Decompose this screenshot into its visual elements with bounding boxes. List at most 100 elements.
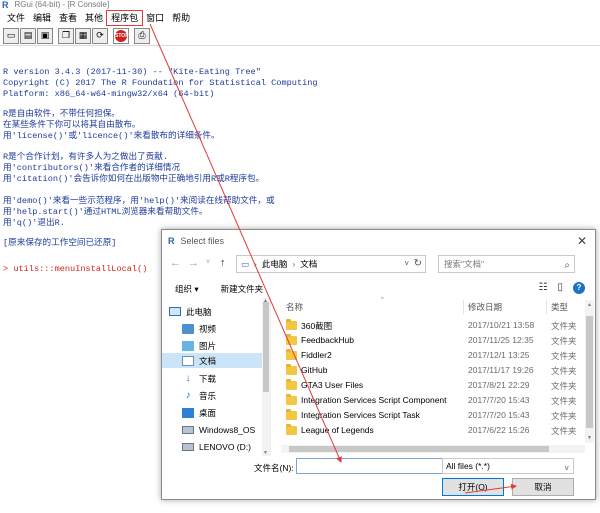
menu-edit[interactable]: 编辑 bbox=[29, 11, 55, 25]
help-icon[interactable]: ? bbox=[573, 282, 585, 294]
view-options-icon[interactable]: ☷ bbox=[539, 282, 548, 294]
nav-item-documents[interactable]: 文档 bbox=[162, 353, 262, 368]
file-date: 2017/6/22 15:26 bbox=[468, 425, 530, 435]
list-item[interactable]: Integration Services Script Task 2017/7/2… bbox=[281, 408, 587, 423]
file-date: 2017/10/21 13:58 bbox=[468, 320, 535, 330]
list-item[interactable]: Fiddler2 2017/12/1 13:25 文件夹 bbox=[281, 348, 587, 363]
nav-item-this-pc[interactable]: 此电脑 bbox=[169, 304, 263, 319]
file-type: 文件夹 bbox=[551, 351, 577, 361]
column-divider[interactable] bbox=[463, 300, 464, 314]
horizontal-scrollbar[interactable] bbox=[281, 445, 585, 453]
menu-view[interactable]: 查看 bbox=[55, 11, 81, 25]
copy-paste-icon[interactable]: ⟳ bbox=[92, 27, 108, 44]
nav-item-label: LENOVO (D:) bbox=[199, 441, 251, 452]
list-item[interactable]: League of Legends 2017/6/22 15:26 文件夹 bbox=[281, 423, 587, 438]
console-line: R version 3.4.3 (2017-11-30) -- "Kite-Ea… bbox=[3, 67, 261, 77]
nav-item-lenovo-drive[interactable]: LENOVO (D:) bbox=[182, 439, 262, 454]
file-type: 文件夹 bbox=[551, 396, 577, 406]
command-bar: 组织 ▾ 新建文件夹 ☷ ▯ ? bbox=[162, 280, 595, 298]
open-button[interactable]: 打开(O) bbox=[442, 478, 504, 496]
scroll-down-arrow-icon[interactable]: ▼ bbox=[263, 450, 268, 456]
window-title: RGui (64-bit) - [R Console] bbox=[14, 0, 110, 9]
column-header-date[interactable]: 修改日期 bbox=[468, 301, 502, 313]
file-type: 文件夹 bbox=[551, 381, 577, 391]
paste-icon[interactable]: ▦ bbox=[75, 27, 91, 44]
filetype-select[interactable]: All files (*.*) ˅ bbox=[442, 458, 574, 474]
save-workspace-icon[interactable]: ▣ bbox=[37, 27, 53, 44]
folder-icon bbox=[286, 364, 297, 375]
console-line: R是个合作计划，有许多人为之做出了贡献. bbox=[3, 152, 169, 162]
list-item[interactable]: GitHub 2017/11/17 19:26 文件夹 bbox=[281, 363, 587, 378]
file-type: 文件夹 bbox=[551, 426, 577, 436]
preview-pane-icon[interactable]: ▯ bbox=[557, 282, 563, 294]
file-type: 文件夹 bbox=[551, 366, 577, 376]
toolbar: ▭ ▤ ▣ ❐ ▦ ⟳ STOP ⎙ bbox=[0, 26, 600, 46]
cancel-button[interactable]: 取消 bbox=[512, 478, 574, 496]
address-bar[interactable]: ▭ › 此电脑 › 文档 ˅ ↻ bbox=[236, 255, 426, 273]
file-name: GitHub bbox=[301, 365, 328, 375]
column-divider[interactable] bbox=[546, 300, 547, 314]
drive-icon bbox=[182, 442, 194, 451]
close-icon[interactable]: ✕ bbox=[577, 235, 587, 247]
file-date: 2017/7/20 15:43 bbox=[468, 395, 530, 405]
open-script-icon[interactable]: ▭ bbox=[3, 27, 19, 44]
file-list-scrollbar[interactable]: ▲ ▼ bbox=[585, 300, 594, 443]
menu-packages[interactable]: 程序包 bbox=[106, 10, 144, 26]
folder-icon bbox=[286, 379, 297, 390]
breadcrumb-documents[interactable]: 文档 bbox=[300, 258, 317, 270]
nav-scroll-thumb[interactable] bbox=[263, 302, 269, 392]
folder-icon bbox=[286, 409, 297, 420]
forward-arrow-icon[interactable]: → bbox=[188, 256, 199, 270]
print-icon[interactable]: ⎙ bbox=[134, 27, 150, 44]
menu-help[interactable]: 帮助 bbox=[168, 11, 194, 25]
pictures-folder-icon bbox=[182, 340, 194, 351]
r-logo-icon: R bbox=[2, 0, 9, 10]
horizontal-scroll-thumb[interactable] bbox=[289, 446, 549, 452]
recent-chevron-icon[interactable]: ˅ bbox=[206, 256, 210, 270]
refresh-icon[interactable]: ↻ bbox=[414, 258, 422, 269]
list-item[interactable]: 360截图 2017/10/21 13:58 文件夹 bbox=[281, 318, 587, 333]
stop-icon[interactable]: STOP bbox=[113, 27, 129, 44]
up-arrow-icon[interactable]: ↑ bbox=[220, 256, 226, 270]
sort-caret-icon: ^ bbox=[381, 297, 384, 303]
file-name: FeedbackHub bbox=[301, 335, 354, 345]
list-item[interactable]: FeedbackHub 2017/11/25 12:35 文件夹 bbox=[281, 333, 587, 348]
list-item[interactable]: GTA3 User Files 2017/8/21 22:29 文件夹 bbox=[281, 378, 587, 393]
folder-icon bbox=[286, 394, 297, 405]
address-dropdown-icon[interactable]: ˅ bbox=[404, 259, 409, 268]
file-name: Integration Services Script Component bbox=[301, 395, 447, 405]
scroll-down-arrow-icon[interactable]: ▼ bbox=[587, 435, 592, 441]
nav-item-windows-drive[interactable]: Windows8_OS bbox=[182, 422, 262, 437]
pc-small-icon: ▭ bbox=[241, 258, 250, 269]
nav-item-label: 下载 bbox=[199, 373, 217, 384]
nav-scrollbar[interactable]: ▲ ▼ bbox=[262, 298, 270, 456]
back-arrow-icon[interactable]: ← bbox=[170, 256, 181, 270]
select-files-dialog: R Select files ✕ ← → ˅ ↑ ▭ › 此电脑 › 文档 ˅ … bbox=[161, 229, 596, 500]
navigation-pane: 此电脑 视频 图片 文档 ↓ 下载 ♪ 音乐 桌面 Windows8_OS LENO… bbox=[162, 298, 271, 456]
console-line: 用'citation()'会告诉你如何在出版物中正确地引用R或R程序包。 bbox=[3, 174, 265, 184]
search-input[interactable]: 搜索"文档" ⌕ bbox=[438, 255, 575, 273]
chevron-down-icon[interactable]: ˅ bbox=[564, 462, 569, 476]
menu-windows[interactable]: 窗口 bbox=[142, 11, 168, 25]
search-placeholder: 搜索"文档" bbox=[444, 259, 485, 269]
window-titlebar: R RGui (64-bit) - [R Console] bbox=[0, 0, 600, 10]
breadcrumb-this-pc[interactable]: 此电脑 bbox=[262, 258, 288, 270]
console-line: [原来保存的工作空间已还原] bbox=[3, 238, 117, 248]
list-item[interactable]: Integration Services Script Component 201… bbox=[281, 393, 587, 408]
address-row: ← → ˅ ↑ ▭ › 此电脑 › 文档 ˅ ↻ 搜索"文档" ⌕ bbox=[162, 254, 595, 274]
menu-misc[interactable]: 其他 bbox=[81, 11, 107, 25]
organize-button[interactable]: 组织 ▾ bbox=[175, 283, 199, 295]
new-folder-button[interactable]: 新建文件夹 bbox=[221, 283, 264, 295]
load-workspace-icon[interactable]: ▤ bbox=[20, 27, 36, 44]
dialog-titlebar: R Select files bbox=[162, 230, 595, 252]
copy-icon[interactable]: ❐ bbox=[58, 27, 74, 44]
breadcrumb-separator: › bbox=[292, 259, 296, 269]
scroll-up-arrow-icon[interactable]: ▲ bbox=[587, 302, 592, 308]
file-list-scroll-thumb[interactable] bbox=[586, 316, 593, 428]
column-header-name[interactable]: 名称 bbox=[286, 301, 303, 313]
video-folder-icon bbox=[182, 323, 194, 334]
menu-file[interactable]: 文件 bbox=[3, 11, 29, 25]
file-type: 文件夹 bbox=[551, 411, 577, 421]
console-line: 用'q()'退出R. bbox=[3, 218, 65, 228]
column-header-type[interactable]: 类型 bbox=[551, 301, 568, 313]
